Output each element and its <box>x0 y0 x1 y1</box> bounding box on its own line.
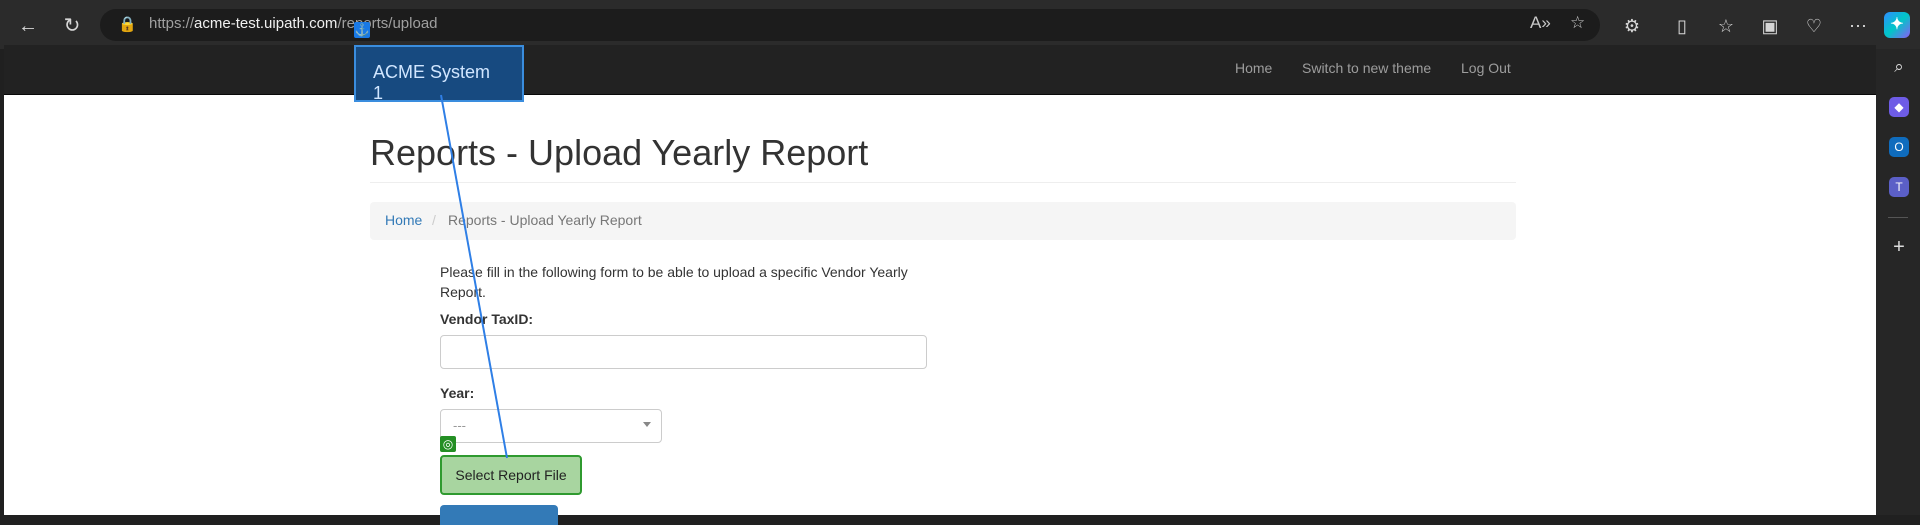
submit-button[interactable] <box>440 505 558 525</box>
vendor-taxid-label: Vendor TaxID: <box>440 311 534 327</box>
favorite-star-icon[interactable]: ☆ <box>1570 13 1585 33</box>
chevron-down-icon <box>643 422 651 427</box>
breadcrumb-home-link[interactable]: Home <box>385 212 422 228</box>
sidebar-divider <box>1888 217 1908 218</box>
brand-link[interactable]: ACME System 1 <box>354 45 524 103</box>
refresh-icon[interactable]: ↻ <box>58 12 86 40</box>
copilot-sidebar-icon[interactable]: ◆ <box>1889 97 1909 117</box>
back-icon[interactable]: ← <box>14 12 42 40</box>
extensions-icon[interactable]: ⚙ <box>1618 12 1646 40</box>
switch-theme-link[interactable]: Switch to new theme <box>1302 60 1431 76</box>
select-report-file-button[interactable]: Select Report File <box>440 455 582 495</box>
more-options-icon[interactable]: ⋯ <box>1844 12 1872 40</box>
breadcrumb-current: Reports - Upload Yearly Report <box>448 212 642 228</box>
logout-link[interactable]: Log Out <box>1461 60 1511 76</box>
year-select[interactable]: --- <box>440 409 662 443</box>
web-page: Home Switch to new theme Log Out ACME Sy… <box>4 22 1876 525</box>
anchor-icon: ⚓ <box>354 22 370 38</box>
url-text: https://acme-test.uipath.com/reports/upl… <box>149 15 438 32</box>
search-icon[interactable]: ⌕ <box>1889 57 1909 77</box>
form-instructions: Please fill in the following form to be … <box>440 264 908 300</box>
collections-icon[interactable]: ▣ <box>1756 12 1784 40</box>
copilot-icon[interactable]: ✦ <box>1884 12 1910 38</box>
teams-icon[interactable]: T <box>1889 177 1909 197</box>
favorites-icon[interactable]: ☆ <box>1712 12 1740 40</box>
add-icon[interactable]: + <box>1889 237 1909 257</box>
address-bar[interactable]: 🔒 https://acme-test.uipath.com/reports/u… <box>100 9 1600 41</box>
vendor-taxid-input[interactable] <box>440 335 927 369</box>
edge-sidebar: ⌕ ◆ O T + <box>1876 49 1920 515</box>
split-screen-icon[interactable]: ▯ <box>1668 12 1696 40</box>
title-divider <box>370 182 1516 183</box>
year-label: Year: <box>440 385 475 401</box>
lock-icon: 🔒 <box>118 16 137 33</box>
nav-home-link[interactable]: Home <box>1235 60 1272 76</box>
breadcrumb: Home / Reports - Upload Yearly Report <box>370 202 1516 240</box>
year-selected-value: --- <box>453 418 466 433</box>
page-title: Reports - Upload Yearly Report <box>370 132 869 173</box>
site-navbar: Home Switch to new theme Log Out <box>4 45 1876 95</box>
outlook-icon[interactable]: O <box>1889 137 1909 157</box>
target-icon: ◎ <box>440 436 456 452</box>
read-aloud-icon[interactable]: A» <box>1530 13 1551 33</box>
browser-essentials-icon[interactable]: ♡ <box>1800 12 1828 40</box>
browser-toolbar: ← ↻ 🔒 https://acme-test.uipath.com/repor… <box>0 0 1920 49</box>
breadcrumb-separator: / <box>432 212 436 228</box>
